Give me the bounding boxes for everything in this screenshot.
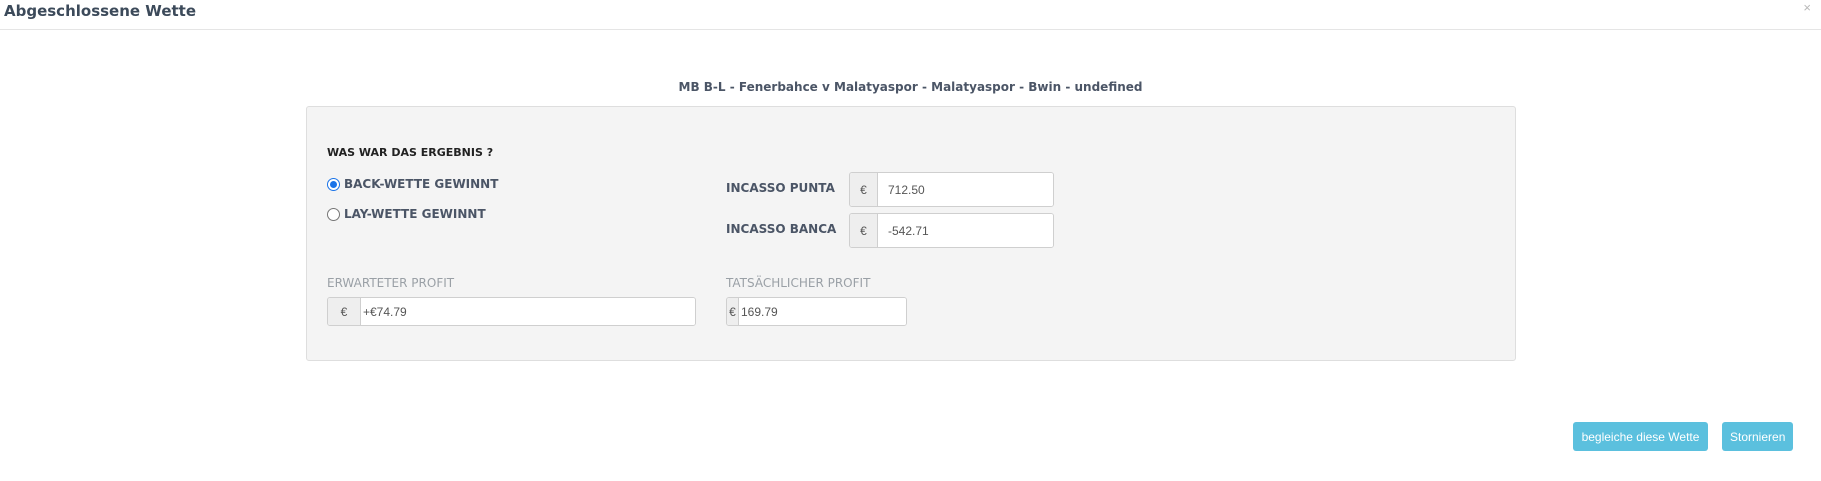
- incasso-punta-group: €: [849, 172, 1054, 207]
- expected-profit-input: [361, 298, 695, 325]
- settle-bet-modal: Abgeschlossene Wette × MB B-L - Fenerbah…: [0, 0, 1821, 481]
- cancel-button[interactable]: Stornieren: [1722, 422, 1793, 451]
- expected-profit-label: ERWARTETER PROFIT: [327, 276, 455, 290]
- settle-bet-button[interactable]: begleiche diese Wette: [1573, 422, 1708, 451]
- modal-title: Abgeschlossene Wette: [4, 2, 197, 20]
- radio-lay-wins-indicator[interactable]: [327, 207, 340, 221]
- incasso-punta-label: INCASSO PUNTA: [726, 181, 835, 195]
- close-button[interactable]: ×: [1803, 0, 1811, 15]
- expected-profit-group: €: [327, 297, 696, 326]
- euro-addon: €: [727, 298, 739, 325]
- actual-profit-input[interactable]: [739, 298, 906, 325]
- bet-title: MB B-L - Fenerbahce v Malatyaspor - Mala…: [678, 80, 1143, 94]
- radio-back-wins-label: BACK-WETTE GEWINNT: [344, 177, 499, 191]
- radio-lay-wins[interactable]: LAY-WETTE GEWINNT: [327, 207, 486, 221]
- incasso-punta-input[interactable]: [878, 173, 1053, 206]
- modal-header: Abgeschlossene Wette ×: [0, 0, 1821, 30]
- incasso-banca-group: €: [849, 213, 1054, 248]
- actual-profit-group: €: [726, 297, 907, 326]
- euro-addon: €: [850, 214, 878, 247]
- incasso-banca-label: INCASSO BANCA: [726, 222, 837, 236]
- incasso-banca-input[interactable]: [878, 214, 1053, 247]
- result-question: WAS WAR DAS ERGEBNIS ?: [327, 146, 494, 159]
- euro-addon: €: [328, 298, 361, 325]
- radio-back-wins-indicator[interactable]: [327, 177, 340, 191]
- radio-back-wins[interactable]: BACK-WETTE GEWINNT: [327, 177, 498, 191]
- actual-profit-label: TATSÄCHLICHER PROFIT: [726, 276, 871, 290]
- result-panel: WAS WAR DAS ERGEBNIS ? BACK-WETTE GEWINN…: [306, 106, 1516, 361]
- radio-lay-wins-label: LAY-WETTE GEWINNT: [344, 207, 486, 221]
- euro-addon: €: [850, 173, 878, 206]
